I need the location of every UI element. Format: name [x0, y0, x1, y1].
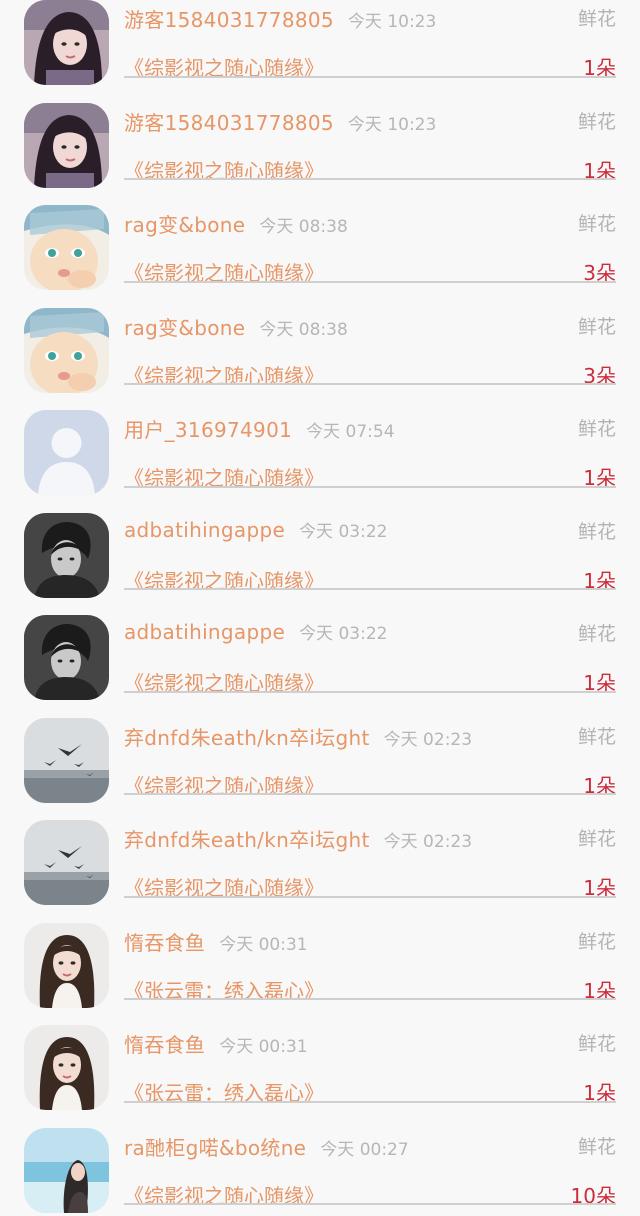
user-name[interactable]: adbatihingappe [124, 518, 285, 542]
gift-type: 鲜花 [578, 517, 616, 544]
birds-landscape-icon[interactable] [24, 820, 109, 905]
divider [124, 383, 616, 385]
list-item[interactable]: 弃dnfd朱eath/kn卒i坛ght今天 02:23鲜花《综影视之随心随缘》1… [0, 806, 640, 909]
user-name[interactable]: 弃dnfd朱eath/kn卒i坛ght [124, 828, 370, 852]
gift-type: 鲜花 [578, 414, 616, 441]
divider [124, 588, 616, 590]
name-line: 弃dnfd朱eath/kn卒i坛ght 今天 02:23 [124, 722, 530, 754]
birds-landscape-icon[interactable] [24, 718, 109, 803]
baby-face-icon[interactable] [24, 308, 109, 393]
divider [124, 1203, 616, 1205]
name-line: 弃dnfd朱eath/kn卒i坛ght 今天 02:23 [124, 824, 530, 856]
divider [124, 793, 616, 795]
gift-type: 鲜花 [578, 824, 616, 851]
name-line: rag变&bone 今天 08:38 [124, 312, 530, 344]
gift-type: 鲜花 [578, 209, 616, 236]
baby-face-icon[interactable] [24, 205, 109, 290]
timestamp: 今天 10:23 [348, 12, 436, 32]
divider [124, 691, 616, 693]
gift-type: 鲜花 [578, 107, 616, 134]
timestamp: 今天 08:38 [259, 217, 347, 237]
long-hair-girl-icon[interactable] [24, 923, 109, 1008]
list-item[interactable]: 惰吞食鱼今天 00:31鲜花《张云雷：绣入磊心》1朵 [0, 909, 640, 1012]
divider [124, 486, 616, 488]
user-name[interactable]: 游客1584031778805 [124, 8, 334, 32]
default-user-icon[interactable] [24, 410, 109, 495]
long-hair-girl-icon[interactable] [24, 1025, 109, 1110]
name-line: 惰吞食鱼今天 00:31 [124, 1029, 530, 1061]
timestamp: 今天 07:54 [306, 422, 394, 442]
name-line: 惰吞食鱼今天 00:31 [124, 927, 530, 959]
user-name[interactable]: 用户_316974901 [124, 418, 292, 442]
timestamp: 今天 00:27 [320, 1140, 408, 1160]
timestamp: 今天 03:22 [299, 624, 387, 644]
list-item[interactable]: 用户_316974901今天 07:54鲜花《综影视之随心随缘》1朵 [0, 396, 640, 499]
list-item[interactable]: ra酏柜g喏&bo统ne今天 00:27鲜花《综影视之随心随缘》10朵 [0, 1114, 640, 1216]
list-item[interactable]: rag变&bone今天 08:38鲜花《综影视之随心随缘》3朵 [0, 191, 640, 294]
gift-records-list: 游客1584031778805今天 10:23鲜花《综影视之随心随缘》1朵游客1… [0, 0, 640, 1196]
user-name[interactable]: 惰吞食鱼 [124, 931, 205, 955]
gift-type: 鲜花 [578, 4, 616, 31]
name-line: 游客1584031778805 今天 10:23 [124, 107, 530, 139]
name-line: 用户_316974901 今天 07:54 [124, 414, 530, 446]
user-name[interactable]: adbatihingappe [124, 620, 285, 644]
list-item[interactable]: 惰吞食鱼今天 00:31鲜花《张云雷：绣入磊心》1朵 [0, 1011, 640, 1114]
timestamp: 今天 10:23 [348, 115, 436, 135]
divider [124, 896, 616, 898]
timestamp: 今天 08:38 [259, 320, 347, 340]
list-item[interactable]: rag变&bone今天 08:38鲜花《综影视之随心随缘》3朵 [0, 294, 640, 397]
divider [124, 998, 616, 1000]
gift-type: 鲜花 [578, 1132, 616, 1159]
user-name[interactable]: 弃dnfd朱eath/kn卒i坛ght [124, 726, 370, 750]
timestamp: 今天 00:31 [219, 935, 307, 955]
name-line: adbatihingappe 今天 03:22 [124, 517, 530, 549]
gift-type: 鲜花 [578, 927, 616, 954]
bw-portrait-icon[interactable] [24, 615, 109, 700]
gift-type: 鲜花 [578, 619, 616, 646]
gift-type: 鲜花 [578, 312, 616, 339]
list-item[interactable]: 游客1584031778805今天 10:23鲜花《综影视之随心随缘》1朵 [0, 0, 640, 89]
user-name[interactable]: 游客1584031778805 [124, 111, 334, 135]
girl-selfie-icon[interactable] [24, 0, 109, 85]
name-line: rag变&bone 今天 08:38 [124, 209, 530, 241]
name-line: ra酏柜g喏&bo统ne 今天 00:27 [124, 1132, 530, 1164]
gift-type: 鲜花 [578, 722, 616, 749]
timestamp: 今天 00:31 [219, 1037, 307, 1057]
timestamp: 今天 02:23 [384, 730, 472, 750]
divider [124, 76, 616, 78]
gift-type: 鲜花 [578, 1029, 616, 1056]
user-name[interactable]: 惰吞食鱼 [124, 1033, 205, 1057]
list-item[interactable]: 游客1584031778805今天 10:23鲜花《综影视之随心随缘》1朵 [0, 89, 640, 192]
list-item[interactable]: adbatihingappe今天 03:22鲜花《综影视之随心随缘》1朵 [0, 499, 640, 602]
user-name[interactable]: rag变&bone [124, 213, 245, 237]
name-line: 游客1584031778805 今天 10:23 [124, 4, 530, 36]
user-name[interactable]: ra酏柜g喏&bo统ne [124, 1136, 306, 1160]
timestamp: 今天 02:23 [384, 832, 472, 852]
girl-selfie-icon[interactable] [24, 103, 109, 188]
divider [124, 1101, 616, 1103]
name-line: adbatihingappe 今天 03:22 [124, 619, 530, 651]
list-item[interactable]: adbatihingappe今天 03:22鲜花《综影视之随心随缘》1朵 [0, 601, 640, 704]
timestamp: 今天 03:22 [299, 522, 387, 542]
divider [124, 281, 616, 283]
divider [124, 178, 616, 180]
user-name[interactable]: rag变&bone [124, 316, 245, 340]
bw-portrait-icon[interactable] [24, 513, 109, 598]
beach-girl-icon[interactable] [24, 1128, 109, 1213]
list-item[interactable]: 弃dnfd朱eath/kn卒i坛ght今天 02:23鲜花《综影视之随心随缘》1… [0, 704, 640, 807]
